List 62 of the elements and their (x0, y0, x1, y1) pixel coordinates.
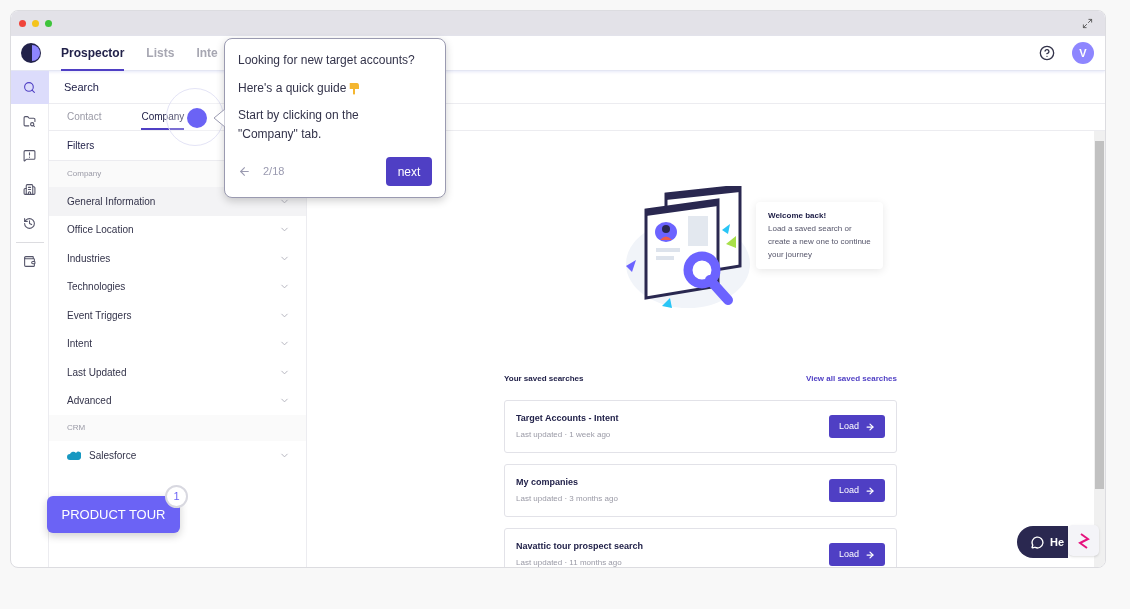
filter-label: Advanced (67, 394, 113, 409)
cloud-icon (67, 450, 81, 460)
notification-badge: 1 (165, 485, 188, 508)
building-icon (23, 182, 36, 196)
filter-label: General Information (67, 194, 157, 209)
tour-text: Here's a quick guide (238, 80, 347, 97)
saved-search-updated: Last updated · 11 months ago (516, 556, 623, 567)
filter-row[interactable]: Technologies (49, 272, 306, 301)
filter-label: Technologies (67, 280, 127, 295)
chat-bubble-icon (1031, 535, 1044, 549)
filter-row[interactable]: Event Triggers (49, 301, 306, 330)
history-icon (23, 216, 36, 230)
filter-label: Industries (67, 251, 112, 266)
filter-row[interactable]: Last Updated (49, 358, 306, 387)
load-button[interactable]: Load (829, 415, 885, 438)
filter-row[interactable]: Industries (49, 244, 306, 273)
filter-row[interactable]: Intent (49, 329, 306, 358)
folder-search-icon (23, 114, 36, 128)
welcome-text: Load a saved search or create a new one to continue your journey (768, 223, 871, 261)
app-widget-button[interactable] (1068, 525, 1099, 556)
arrow-right-icon (865, 549, 875, 560)
wallet-icon (23, 255, 36, 268)
view-all-link[interactable]: View all saved searches (805, 373, 897, 385)
load-button[interactable]: Load (829, 479, 885, 502)
filter-row[interactable]: Salesforce (49, 441, 306, 470)
zigzag-logo-icon (1077, 532, 1090, 549)
panel-title: Search (64, 79, 99, 95)
filter-label: Intent (67, 337, 94, 352)
section-label: Company (67, 168, 102, 180)
tour-counter: 2/18 (263, 164, 286, 180)
arrow-right-icon (865, 421, 875, 432)
help-chat-button[interactable]: He (1017, 526, 1068, 558)
filter-label: Office Location (67, 223, 135, 238)
saved-search-name: Navattic tour prospect search (516, 540, 645, 554)
tour-beacon[interactable] (187, 108, 207, 128)
saved-search-name: My companies (516, 476, 580, 490)
expand-icon[interactable] (1082, 18, 1093, 29)
search-icon (23, 81, 36, 94)
nav-tab[interactable]: Prospector (61, 35, 125, 71)
arrow-right-icon (865, 485, 875, 496)
logo-icon (21, 43, 41, 63)
filter-row[interactable]: Advanced (49, 386, 306, 415)
tour-heading: Looking for new target accounts? (238, 52, 416, 69)
load-button[interactable]: Load (829, 543, 885, 566)
tour-text: Start by clicking on the "Company" tab. (238, 107, 360, 143)
scrollbar[interactable] (1094, 131, 1105, 567)
filter-label: Salesforce (89, 448, 138, 463)
filter-label: Last Updated (67, 365, 128, 380)
help-icon[interactable] (1039, 45, 1055, 61)
filters-label: Filters (67, 139, 95, 153)
saved-searches-title: Your saved searches (504, 373, 584, 385)
search-tab[interactable]: Company (141, 109, 185, 130)
saved-search-updated: Last updated · 3 months ago (516, 492, 619, 505)
section-label: CRM (67, 422, 86, 434)
message-alert-icon (23, 148, 36, 162)
filter-row[interactable]: Office Location (49, 215, 306, 244)
back-arrow-icon[interactable] (238, 165, 251, 178)
filter-label: Event Triggers (67, 308, 133, 323)
saved-search-updated: Last updated · 1 week ago (516, 428, 612, 441)
welcome-title: Welcome back! (768, 210, 828, 222)
next-button[interactable]: next (386, 157, 432, 186)
saved-search-name: Target Accounts - Intent (516, 412, 620, 426)
